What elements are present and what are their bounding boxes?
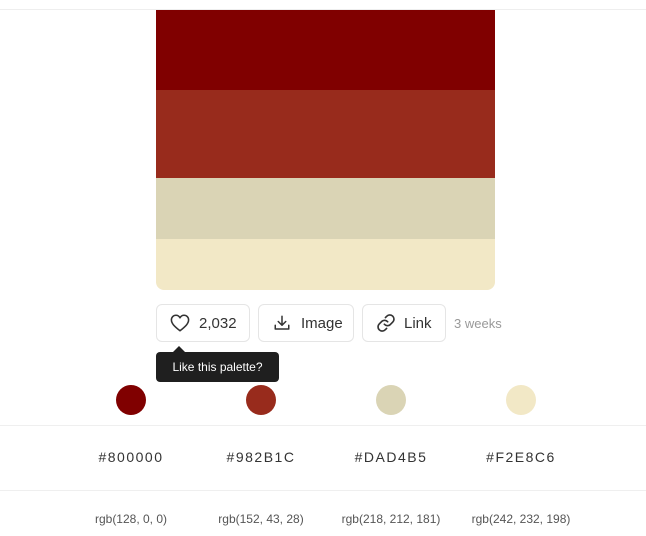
copy-link-button[interactable]: Link (362, 304, 446, 342)
like-tooltip: Like this palette? (156, 346, 279, 382)
color-dot-3[interactable] (376, 385, 406, 415)
rgb-value-1[interactable]: rgb(128, 0, 0) (66, 512, 196, 526)
action-bar: 2,032 Image Link 3 weeks (156, 304, 502, 342)
hex-code-4[interactable]: #F2E8C6 (456, 449, 586, 465)
rgb-value-3[interactable]: rgb(218, 212, 181) (326, 512, 456, 526)
color-dot-1[interactable] (116, 385, 146, 415)
hex-code-3[interactable]: #DAD4B5 (326, 449, 456, 465)
palette-swatch-4[interactable] (156, 239, 495, 290)
download-image-button[interactable]: Image (258, 304, 354, 342)
rgb-value-2[interactable]: rgb(152, 43, 28) (196, 512, 326, 526)
color-dot-2[interactable] (246, 385, 276, 415)
download-icon (272, 313, 292, 333)
divider-upper (0, 425, 646, 426)
hex-code-1[interactable]: #800000 (66, 449, 196, 465)
image-label: Image (301, 314, 343, 332)
divider-lower (0, 490, 646, 491)
palette-swatch-3[interactable] (156, 178, 495, 239)
palette-swatch-1[interactable] (156, 10, 495, 90)
posted-time: 3 weeks (454, 315, 502, 331)
like-button[interactable]: 2,032 (156, 304, 250, 342)
link-label: Link (404, 314, 432, 332)
heart-icon (170, 313, 190, 333)
like-count: 2,032 (199, 314, 237, 332)
palette-page: 2,032 Image Link 3 weeks Like this palet… (0, 0, 646, 536)
palette-card[interactable] (156, 10, 495, 290)
rgb-value-4[interactable]: rgb(242, 232, 198) (456, 512, 586, 526)
link-icon (376, 313, 396, 333)
hex-code-2[interactable]: #982B1C (196, 449, 326, 465)
palette-swatch-2[interactable] (156, 90, 495, 178)
color-dot-4[interactable] (506, 385, 536, 415)
